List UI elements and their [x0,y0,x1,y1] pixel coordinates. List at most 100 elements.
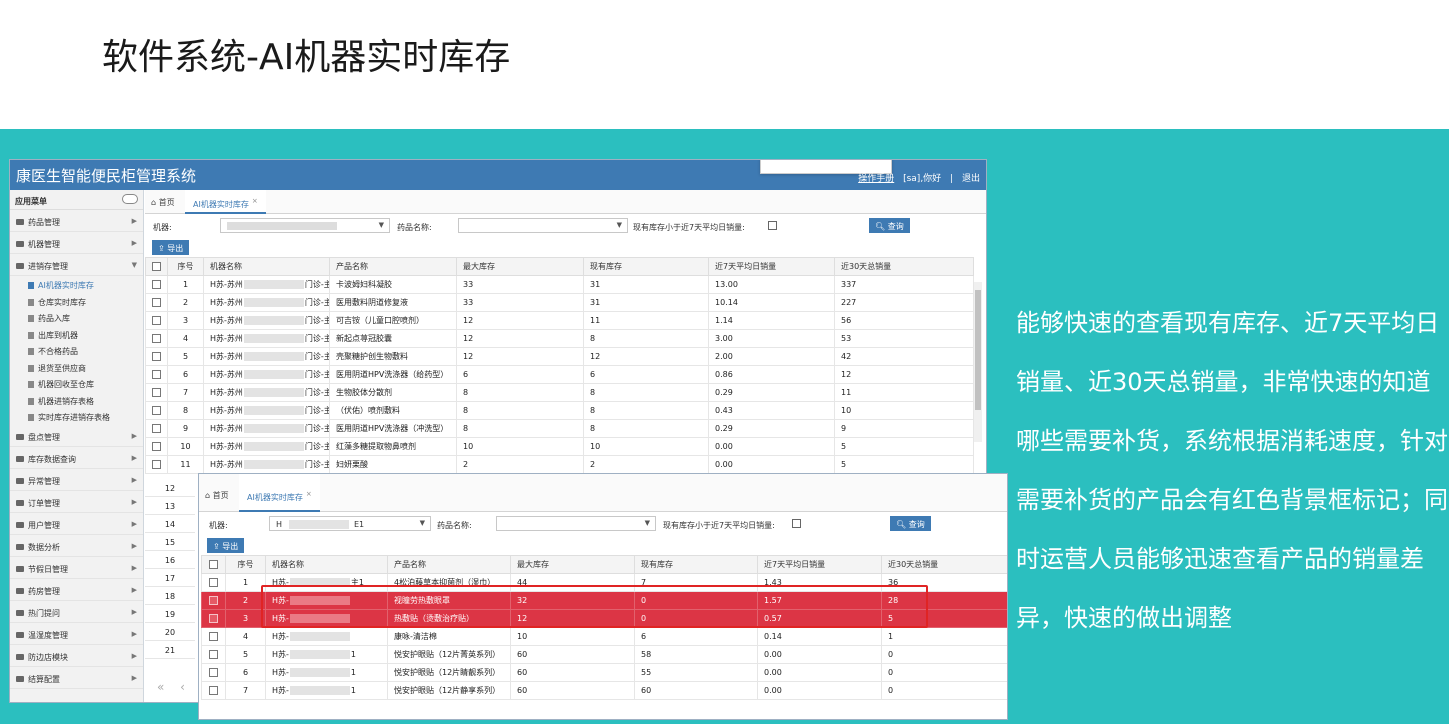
tab-home[interactable]: ⌂ 首页 [151,197,175,208]
row-select-cell[interactable] [201,645,226,664]
row-checkbox[interactable] [152,442,161,451]
table-row[interactable]: 7H苏-苏州门诊-主1生物胶体分散剂880.2911 [145,383,974,402]
sidebar-subitem-8[interactable]: 实时库存进销存表格 [10,408,143,425]
sidebar-subitem-7[interactable]: 机器进销存表格 [10,392,143,409]
tab-ai-inventory[interactable]: AI机器实时库存 × [239,474,320,512]
row-select-cell[interactable] [145,329,168,348]
row-select-cell[interactable] [145,275,168,294]
export-button[interactable]: ⇪ 导出 [152,240,190,255]
row-checkbox[interactable] [209,578,218,587]
row-select-cell[interactable] [145,401,168,420]
column-header[interactable]: 产品名称 [329,257,457,276]
tab-ai-inventory[interactable]: AI机器实时库存 × [185,190,266,214]
sidebar-item-b-11[interactable]: 结算配置 ▶ [10,667,143,689]
sidebar-group-inventory[interactable]: 进销存管理 ▼ [10,254,143,276]
table-row[interactable]: 3 H苏- 热敷贴（烫敷治疗贴） 12 0 0.57 5 [201,609,1007,628]
query-button[interactable]: 🔍︎ 查询 [869,218,910,233]
row-select-cell[interactable] [145,311,168,330]
table-row[interactable]: 11H苏-苏州门诊-主1妇妍栗酸220.005 [145,455,974,474]
row-select-cell[interactable] [201,573,226,592]
sidebar-toggle[interactable] [122,194,138,204]
scrollbar-thumb[interactable] [975,290,981,410]
sidebar-item-b-8[interactable]: 热门提问 ▶ [10,601,143,623]
export-button[interactable]: ⇪ 导出 [207,538,245,553]
row-checkbox[interactable] [209,596,218,605]
table-row[interactable]: 1 H苏- 主1 4松泊藤草本抑菌剂（湿巾） 44 7 1.43 36 [201,573,1007,592]
table-row[interactable]: 4 H苏-苏州 门诊-主1新起点荨冠胶囊1283.0053 [145,329,974,348]
query-button[interactable]: 🔍︎ 查询 [890,516,931,531]
row-select-cell[interactable] [145,419,168,438]
sidebar-subitem-0[interactable]: AI机器实时库存 [10,276,143,293]
row-checkbox[interactable] [209,686,218,695]
table-row[interactable]: 8H苏-苏州门诊-主1（伏佑）喷剂敷料880.4310 [145,401,974,420]
table-row[interactable]: 7 H苏- 1 悦安护眼贴（12片静享系列） 60 60 0.00 0 [201,681,1007,700]
select-all-cell[interactable] [145,257,168,276]
column-header[interactable]: 近30天总销量 [834,257,974,276]
table-scrollbar[interactable] [974,282,982,442]
low-stock-checkbox[interactable] [792,519,801,528]
machine-select[interactable]: H E1 ▼ [269,516,431,531]
table-row[interactable]: 2 H苏-苏州 门诊-主1医用敷料阴道修复液333110.14227 [145,293,974,312]
sidebar-item-0[interactable]: 药品管理 ▶ [10,210,143,232]
row-checkbox[interactable] [152,298,161,307]
sidebar-item-b-9[interactable]: 温湿度管理 ▶ [10,623,143,645]
close-icon[interactable]: × [306,490,312,498]
row-checkbox[interactable] [152,424,161,433]
table-row[interactable]: 5 H苏- 1 悦安护眼贴（12片菁英系列） 60 58 0.00 0 [201,645,1007,664]
row-checkbox[interactable] [152,370,161,379]
column-header[interactable]: 近30天总销量 [881,555,1007,574]
row-checkbox[interactable] [152,352,161,361]
select-all-cell[interactable] [201,555,226,574]
column-header[interactable]: 序号 [167,257,204,276]
sidebar-item-b-3[interactable]: 订单管理 ▶ [10,491,143,513]
row-checkbox[interactable] [209,650,218,659]
drug-select[interactable]: ▼ [458,218,628,233]
row-checkbox[interactable] [209,632,218,641]
tab-home[interactable]: ⌂ 首页 [205,490,229,501]
row-checkbox[interactable] [152,280,161,289]
drug-select[interactable]: ▼ [496,516,656,531]
column-header[interactable]: 最大库存 [456,257,584,276]
row-checkbox[interactable] [152,460,161,469]
table-row[interactable]: 6 H苏- 1 悦安护眼贴（12片睛靓系列） 60 55 0.00 0 [201,663,1007,682]
row-select-cell[interactable] [201,681,226,700]
table-row[interactable]: 9H苏-苏州门诊-主1医用阴道HPV洗涤器（冲洗型）880.299 [145,419,974,438]
column-header[interactable]: 产品名称 [387,555,511,574]
sidebar-item-b-2[interactable]: 异常管理 ▶ [10,469,143,491]
column-header[interactable]: 机器名称 [203,257,330,276]
logout-link[interactable]: 退出 [962,174,980,184]
column-header[interactable]: 机器名称 [265,555,388,574]
row-select-cell[interactable] [145,347,168,366]
column-header[interactable]: 近7天平均日销量 [708,257,835,276]
sidebar-subitem-6[interactable]: 机器回收至仓库 [10,375,143,392]
table-row[interactable]: 5H苏-苏州门诊-主1壳聚糖护创生物敷料12122.0042 [145,347,974,366]
row-select-cell[interactable] [201,627,226,646]
low-stock-checkbox[interactable] [768,221,777,230]
table-row[interactable]: 3 H苏-苏州 门诊-主1可吉铵（儿童口腔喷剂）12111.1456 [145,311,974,330]
sidebar-item-b-7[interactable]: 药房管理 ▶ [10,579,143,601]
sidebar-subitem-1[interactable]: 仓库实时库存 [10,293,143,310]
table-row[interactable]: 2 H苏- 视瞳劳热敷眼罩 32 0 1.57 28 [201,591,1007,610]
row-checkbox[interactable] [152,406,161,415]
sidebar-subitem-5[interactable]: 退货至供应商 [10,359,143,376]
pager[interactable]: « ‹ [145,672,205,702]
sidebar-subitem-2[interactable]: 药品入库 [10,309,143,326]
sidebar-subitem-4[interactable]: 不合格药品 [10,342,143,359]
sidebar-item-b-1[interactable]: 库存数据查询 ▶ [10,447,143,469]
row-select-cell[interactable] [145,365,168,384]
row-select-cell[interactable] [201,609,226,628]
sidebar-item-b-0[interactable]: 盘点管理 ▶ [10,425,143,447]
row-checkbox[interactable] [209,614,218,623]
row-select-cell[interactable] [145,293,168,312]
sidebar-item-b-10[interactable]: 防边店模块 ▶ [10,645,143,667]
row-checkbox[interactable] [209,668,218,677]
column-header[interactable]: 序号 [225,555,266,574]
table-row[interactable]: 6H苏-苏州门诊-主1医用阴道HPV洗涤器（给药型）660.8612 [145,365,974,384]
row-select-cell[interactable] [145,383,168,402]
column-header[interactable]: 现有库存 [583,257,709,276]
row-checkbox[interactable] [152,334,161,343]
select-all-checkbox[interactable] [209,560,218,569]
row-select-cell[interactable] [201,591,226,610]
row-select-cell[interactable] [201,663,226,682]
sidebar-item-b-6[interactable]: 节假日管理 ▶ [10,557,143,579]
